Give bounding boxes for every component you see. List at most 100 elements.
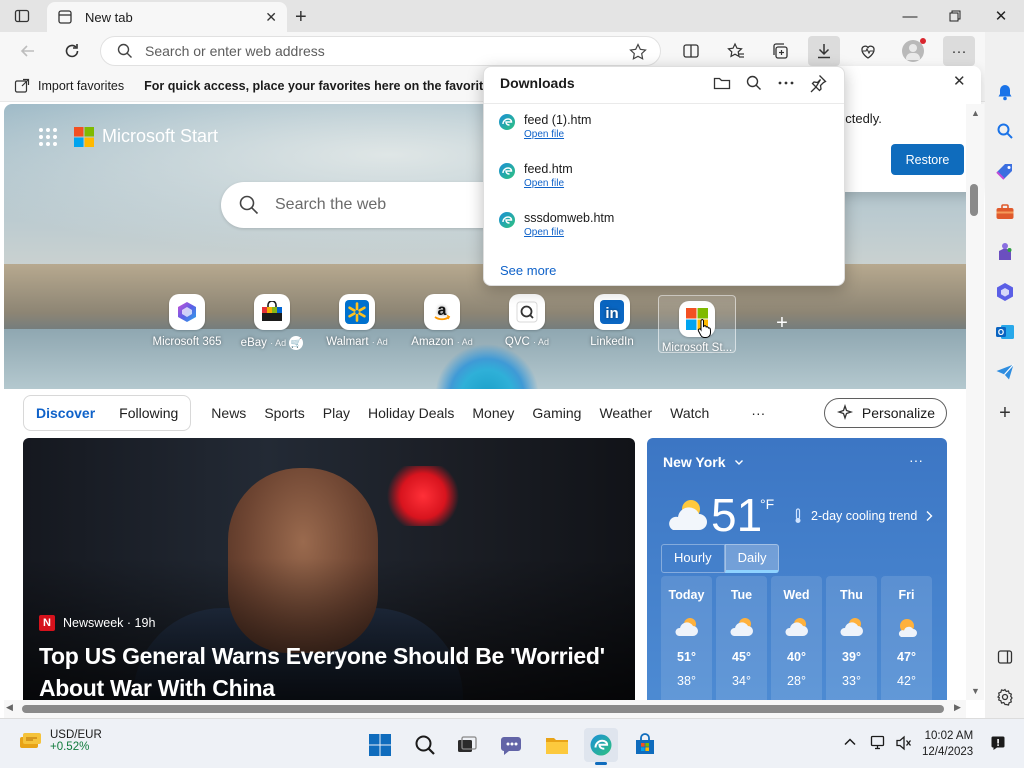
quick-link-linkedin[interactable]: in LinkedIn <box>573 294 651 348</box>
split-screen-icon[interactable] <box>675 36 707 66</box>
partly-cloudy-icon <box>784 618 808 636</box>
current-temperature: 51 <box>711 489 763 541</box>
search-sidebar-icon[interactable] <box>992 118 1018 144</box>
weather-trend[interactable]: 2-day cooling trend <box>793 508 933 524</box>
network-icon[interactable] <box>870 735 888 751</box>
personalize-button[interactable]: Personalize <box>824 398 947 428</box>
news-card[interactable]: N Newsweek · 19h Top US General Warns Ev… <box>23 438 635 700</box>
nav-gaming[interactable]: Gaming <box>532 405 581 421</box>
back-arrow-icon[interactable] <box>18 41 38 61</box>
open-folder-icon[interactable] <box>712 73 732 93</box>
show-hidden-icons-chevron-up-icon[interactable] <box>843 735 857 749</box>
address-bar[interactable]: Search or enter web address <box>100 36 661 66</box>
vertical-scrollbar[interactable]: ▲ ▼ <box>966 104 984 700</box>
download-item[interactable]: feed.htm Open file <box>498 162 573 189</box>
file-explorer-icon[interactable] <box>540 728 574 762</box>
tab-actions-icon[interactable] <box>14 8 30 24</box>
temperature-unit[interactable]: °F <box>760 496 774 512</box>
quick-link-walmart[interactable]: Walmart · Ad <box>318 294 396 348</box>
close-window-button[interactable]: ✕ <box>978 0 1024 32</box>
collections-icon[interactable] <box>764 36 796 66</box>
send-drop-icon[interactable] <box>992 359 1018 385</box>
refresh-icon[interactable] <box>62 41 82 61</box>
quick-link-qvc[interactable]: QVC · Ad <box>488 294 566 348</box>
add-favorite-star-icon[interactable] <box>629 43 647 61</box>
hide-sidebar-icon[interactable] <box>992 644 1018 670</box>
settings-and-more-icon[interactable]: ··· <box>943 36 975 66</box>
download-item[interactable]: feed (1).htm Open file <box>498 113 591 140</box>
shopping-tag-icon[interactable] <box>992 159 1018 185</box>
teams-chat-icon[interactable] <box>495 728 529 762</box>
forecast-day[interactable]: Thu 39° 33° <box>826 576 877 700</box>
profile-avatar[interactable] <box>897 36 929 66</box>
browser-essentials-icon[interactable] <box>852 36 884 66</box>
nav-watch[interactable]: Watch <box>670 405 709 421</box>
forecast-day[interactable]: Wed 40° 28° <box>771 576 822 700</box>
taskbar-search-icon[interactable] <box>408 728 442 762</box>
tab-following[interactable]: Following <box>107 405 190 421</box>
quick-link-ebay[interactable]: eBay · Ad 🛒 <box>233 294 311 350</box>
quick-link-microsoft-store[interactable]: Microsoft St... <box>658 295 736 354</box>
task-view-icon[interactable] <box>450 728 484 762</box>
sidebar-settings-gear-icon[interactable] <box>992 684 1018 710</box>
add-sidebar-app-icon[interactable]: + <box>992 400 1018 426</box>
add-shortcut-button[interactable]: + <box>770 312 794 335</box>
import-favorites-link[interactable]: Import favorites <box>38 79 124 93</box>
outlook-icon[interactable]: O <box>992 319 1018 345</box>
system-clock[interactable]: 10:02 AM 12/4/2023 <box>922 728 973 760</box>
news-headline[interactable]: Top US General Warns Everyone Should Be … <box>39 640 629 700</box>
horizontal-scrollbar[interactable]: ◀ ▶ <box>4 700 966 718</box>
quick-link-amazon[interactable]: a Amazon · Ad <box>403 294 481 348</box>
quick-link-microsoft-365[interactable]: Microsoft 365 <box>148 294 226 348</box>
favorites-icon[interactable] <box>720 36 752 66</box>
see-more-link[interactable]: See more <box>500 263 556 278</box>
search-downloads-icon[interactable] <box>744 73 764 93</box>
nav-play[interactable]: Play <box>323 405 350 421</box>
tab-daily[interactable]: Daily <box>724 544 780 573</box>
nav-news[interactable]: News <box>211 405 246 421</box>
forecast-day[interactable]: Fri 47° 42° <box>881 576 932 700</box>
games-icon[interactable] <box>992 239 1018 265</box>
restore-window-button[interactable] <box>932 0 978 32</box>
forecast-day[interactable]: Today 51° 38° <box>661 576 712 700</box>
pin-icon[interactable] <box>808 73 828 93</box>
open-file-link[interactable]: Open file <box>524 227 614 238</box>
microsoft-365-sidebar-icon[interactable] <box>992 279 1018 305</box>
tab-new-tab[interactable]: New tab ✕ <box>47 2 287 32</box>
tab-hourly[interactable]: Hourly <box>661 544 725 573</box>
horizontal-scroll-thumb[interactable] <box>22 705 944 713</box>
bell-icon[interactable] <box>992 79 1018 105</box>
app-launcher-icon[interactable] <box>38 127 58 147</box>
weather-more-options-icon[interactable]: ··· <box>909 452 923 468</box>
microsoft-start-brand[interactable]: Microsoft Start <box>102 126 218 147</box>
download-item[interactable]: sssdomweb.htm Open file <box>498 211 614 238</box>
weather-card[interactable]: New York ··· 51 °F 2-day cooling trend H… <box>647 438 947 700</box>
windows-start-icon[interactable] <box>363 728 397 762</box>
favorites-bar-hint: For quick access, place your favorites h… <box>144 78 523 93</box>
nav-holiday-deals[interactable]: Holiday Deals <box>368 405 454 421</box>
currency-widget[interactable]: USD/EUR +0.52% <box>18 729 102 753</box>
open-file-link[interactable]: Open file <box>524 178 573 189</box>
import-favorites-icon[interactable] <box>14 78 30 94</box>
open-file-link[interactable]: Open file <box>524 129 591 140</box>
vertical-scroll-thumb[interactable] <box>970 184 978 216</box>
nav-more-button[interactable]: ··· <box>751 405 765 421</box>
downloads-icon[interactable] <box>808 36 840 66</box>
edge-taskbar-icon[interactable] <box>584 728 618 765</box>
tab-discover[interactable]: Discover <box>24 405 107 421</box>
nav-sports[interactable]: Sports <box>264 405 304 421</box>
nav-money[interactable]: Money <box>472 405 514 421</box>
minimize-button[interactable]: — <box>887 0 933 32</box>
forecast-day[interactable]: Tue 45° 34° <box>716 576 767 700</box>
notification-center-icon[interactable] <box>990 735 1006 751</box>
microsoft-store-taskbar-icon[interactable] <box>628 728 662 762</box>
more-options-icon[interactable] <box>776 73 796 93</box>
volume-muted-icon[interactable] <box>895 735 913 751</box>
new-tab-button[interactable]: + <box>295 6 307 29</box>
tools-briefcase-icon[interactable] <box>992 199 1018 225</box>
close-restore-panel-icon[interactable]: ✕ <box>953 72 966 90</box>
close-tab-icon[interactable]: ✕ <box>265 9 277 26</box>
nav-weather[interactable]: Weather <box>599 405 652 421</box>
restore-button[interactable]: Restore <box>891 144 964 175</box>
weather-location[interactable]: New York <box>663 454 744 470</box>
